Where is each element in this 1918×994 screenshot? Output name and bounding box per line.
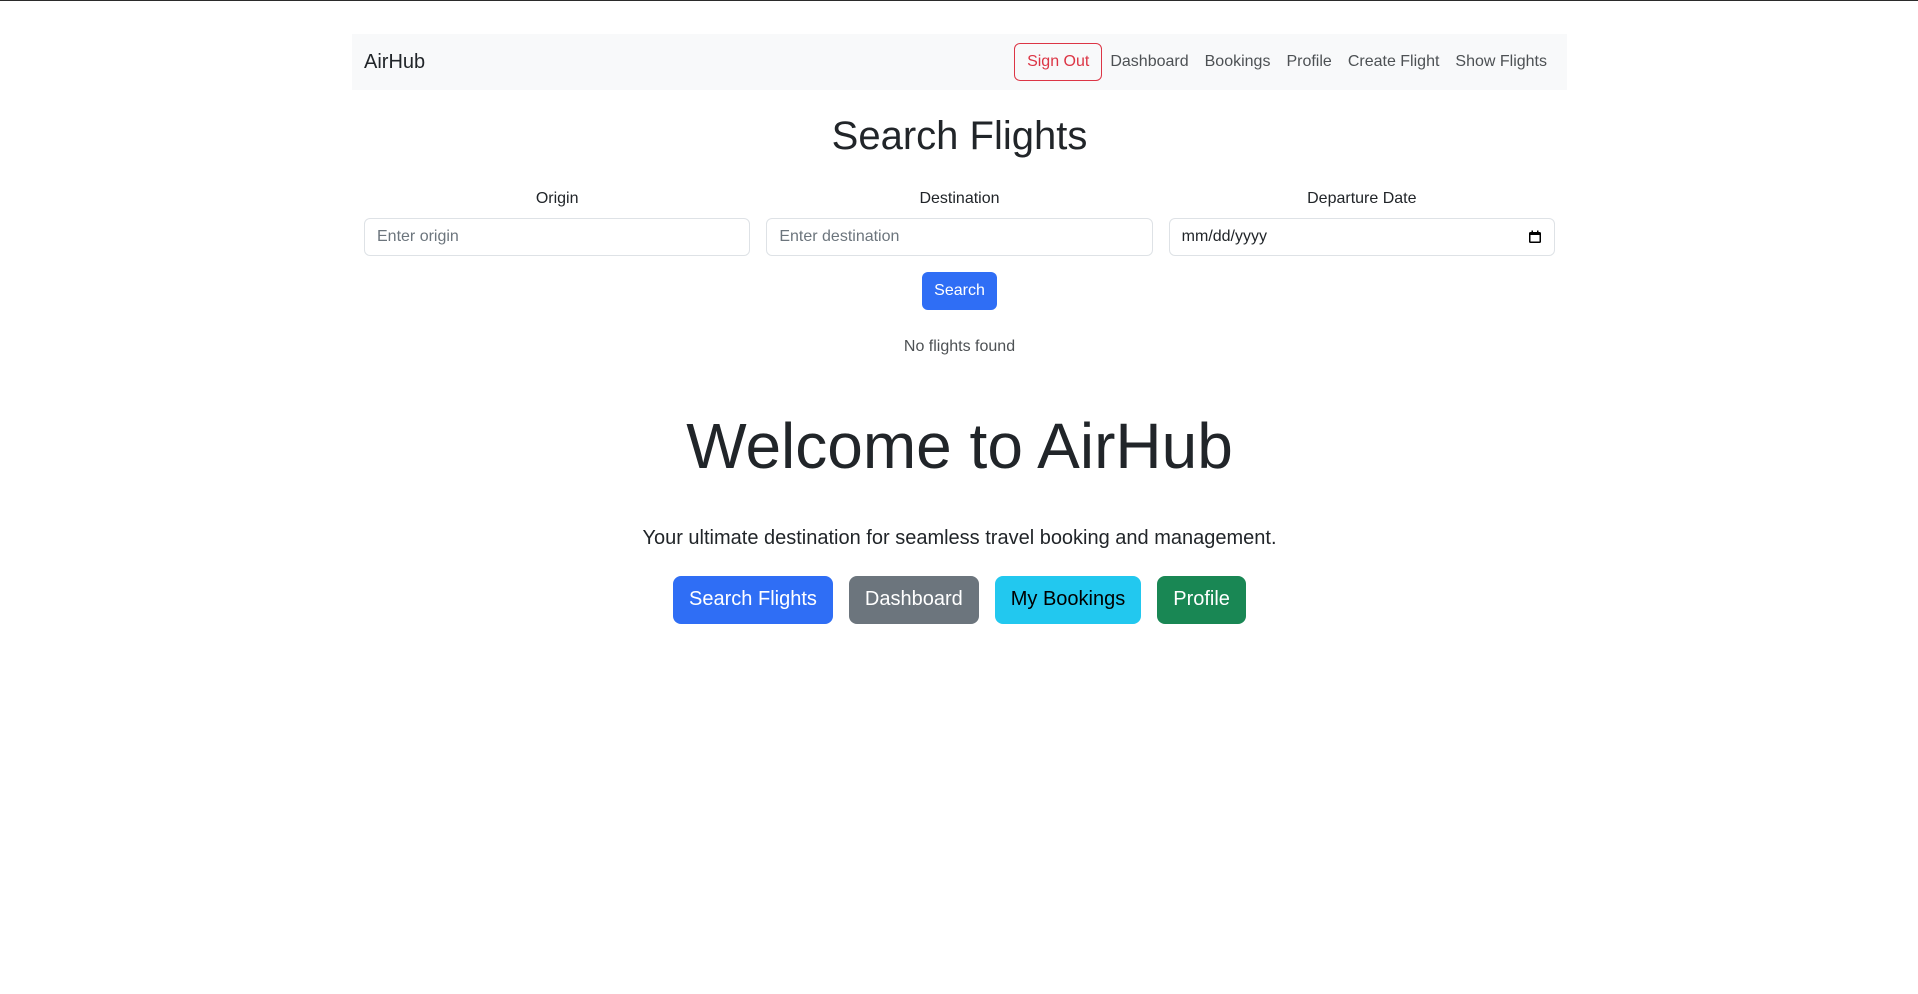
hero-subtitle: Your ultimate destination for seamless t… <box>642 526 1277 549</box>
departure-date-label: Departure Date <box>1307 190 1417 207</box>
my-bookings-button[interactable]: My Bookings <box>994 575 1142 624</box>
departure-date-input[interactable]: mm/dd/yyyy <box>1168 218 1555 256</box>
nav-link-profile[interactable]: Profile <box>1278 45 1339 79</box>
search-button[interactable]: Search <box>922 272 997 310</box>
sign-out-button[interactable]: Sign Out <box>1014 43 1103 81</box>
date-placeholder: mm/dd/yyyy <box>1181 228 1267 245</box>
origin-label: Origin <box>535 190 579 207</box>
browser-viewport: AirHub Sign Out Dashboard Bookings Profi… <box>0 0 1918 994</box>
departure-date-group: Departure Date mm/dd/yyyy <box>1168 190 1555 256</box>
brand-link[interactable]: AirHub <box>364 51 425 74</box>
destination-group: Destination <box>766 190 1153 256</box>
page-container: AirHub Sign Out Dashboard Bookings Profi… <box>352 34 1567 624</box>
navbar: AirHub Sign Out Dashboard Bookings Profi… <box>352 34 1567 90</box>
calendar-icon[interactable] <box>1528 230 1542 244</box>
nav-link-create-flight[interactable]: Create Flight <box>1340 45 1448 79</box>
origin-input[interactable] <box>364 218 751 256</box>
origin-group: Origin <box>364 190 751 256</box>
nav-links: Sign Out Dashboard Bookings Profile Crea… <box>1014 43 1555 81</box>
hero-title: Welcome to AirHub <box>686 410 1233 482</box>
destination-label: Destination <box>919 190 1000 207</box>
search-title: Search Flights <box>831 114 1088 158</box>
nav-link-show-flights[interactable]: Show Flights <box>1447 45 1555 79</box>
profile-button[interactable]: Profile <box>1157 575 1246 624</box>
destination-input[interactable] <box>766 218 1153 256</box>
search-result-message: No flights found <box>903 338 1016 355</box>
dashboard-button[interactable]: Dashboard <box>848 575 979 624</box>
nav-link-dashboard[interactable]: Dashboard <box>1102 45 1196 79</box>
nav-link-bookings[interactable]: Bookings <box>1197 45 1279 79</box>
search-flights-button[interactable]: Search Flights <box>673 575 833 624</box>
hero-buttons: Search Flights Dashboard My Bookings Pro… <box>352 575 1567 624</box>
search-form: Origin Destination Departure Date mm/dd/… <box>352 190 1567 256</box>
search-button-wrap: Search <box>352 272 1567 310</box>
